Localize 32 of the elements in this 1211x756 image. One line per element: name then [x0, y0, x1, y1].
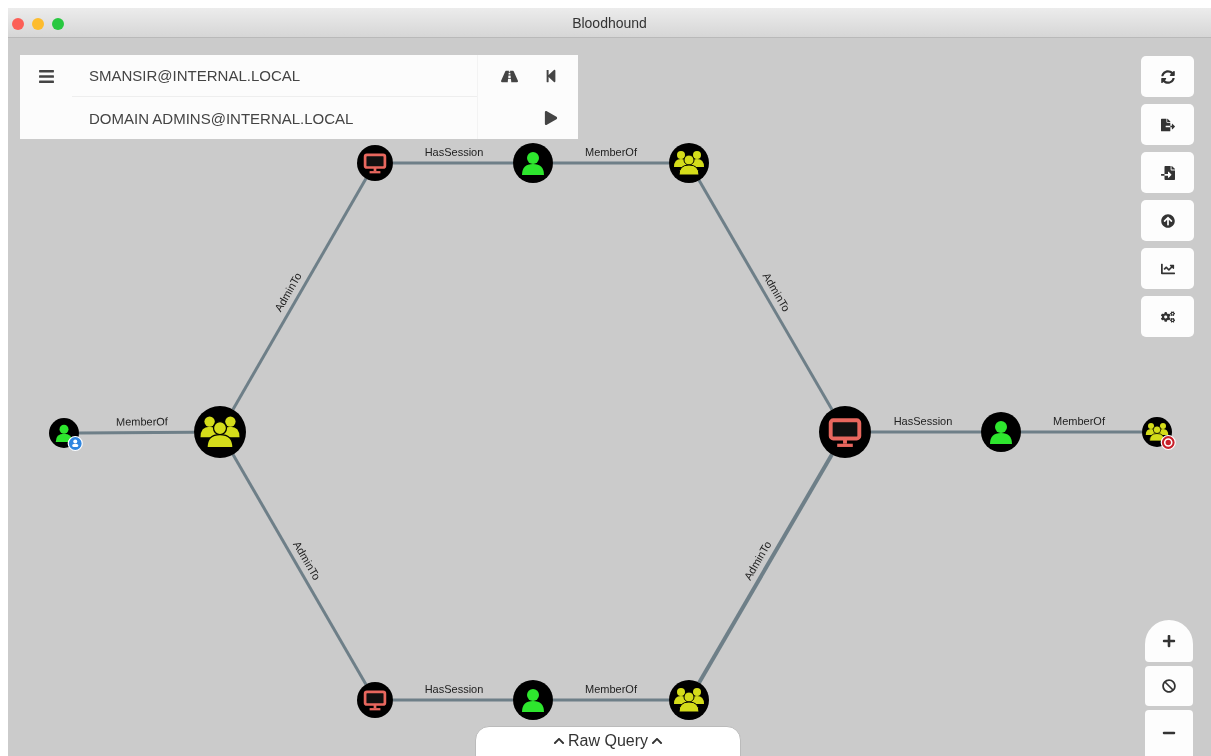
window-title: Bloodhound — [572, 14, 647, 31]
start-node-input[interactable]: SMANSIR@INTERNAL.LOCAL — [72, 67, 477, 84]
step-back-icon[interactable] — [544, 69, 558, 83]
settings-button[interactable] — [1141, 296, 1194, 337]
edge-label: HasSession — [424, 683, 484, 695]
chart-button[interactable] — [1141, 248, 1194, 289]
edge-label: HasSession — [893, 415, 953, 427]
refresh-button[interactable] — [1141, 56, 1194, 97]
reset-zoom-button[interactable] — [1145, 666, 1193, 706]
raw-query-toggle[interactable]: Raw Query — [475, 726, 741, 756]
import-icon — [1160, 165, 1175, 180]
user-badge-icon — [67, 435, 83, 452]
plus-icon — [1162, 634, 1176, 648]
upload-button[interactable] — [1141, 200, 1194, 241]
edge-label: MemberOf — [1053, 415, 1105, 427]
import-button[interactable] — [1141, 152, 1194, 193]
chevron-up-icon — [651, 735, 663, 747]
refresh-icon — [1160, 69, 1175, 84]
edge-label: MemberOf — [115, 415, 168, 428]
target-badge-icon — [1160, 434, 1176, 451]
settings-icon — [1160, 309, 1175, 324]
edge-label: HasSession — [424, 146, 484, 158]
line-chart-icon — [1160, 261, 1175, 276]
ban-icon — [1162, 679, 1176, 693]
chevron-up-icon — [553, 735, 565, 747]
export-button[interactable] — [1141, 104, 1194, 145]
export-icon — [1160, 117, 1175, 132]
edge-label: MemberOf — [585, 683, 637, 695]
target-node-input[interactable]: DOMAIN ADMINS@INTERNAL.LOCAL — [72, 109, 477, 127]
play-icon[interactable] — [544, 111, 558, 125]
edge-label: MemberOf — [585, 146, 637, 158]
zoom-in-button[interactable] — [1145, 620, 1193, 662]
